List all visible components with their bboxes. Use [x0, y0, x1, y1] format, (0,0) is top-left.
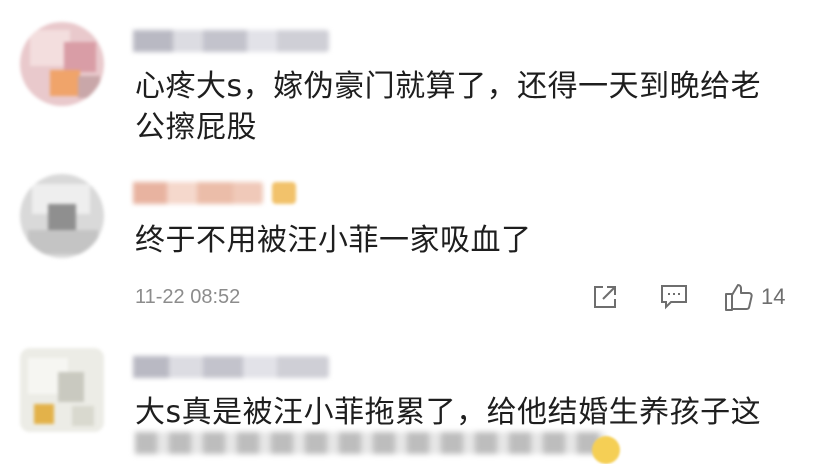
- emoji-icon: [592, 436, 620, 464]
- comment-text-line: 大s真是被汪小菲拖累了，给他结婚生养孩子这: [135, 395, 762, 430]
- avatar[interactable]: [20, 348, 104, 432]
- comment-text: 大s真是被汪小菲拖累了，给他结婚生养孩子这: [135, 392, 761, 433]
- username[interactable]: [133, 356, 329, 378]
- obscured-text-line: [135, 432, 605, 454]
- comment-item: 大s真是被汪小菲拖累了，给他结婚生养孩子这: [0, 0, 819, 464]
